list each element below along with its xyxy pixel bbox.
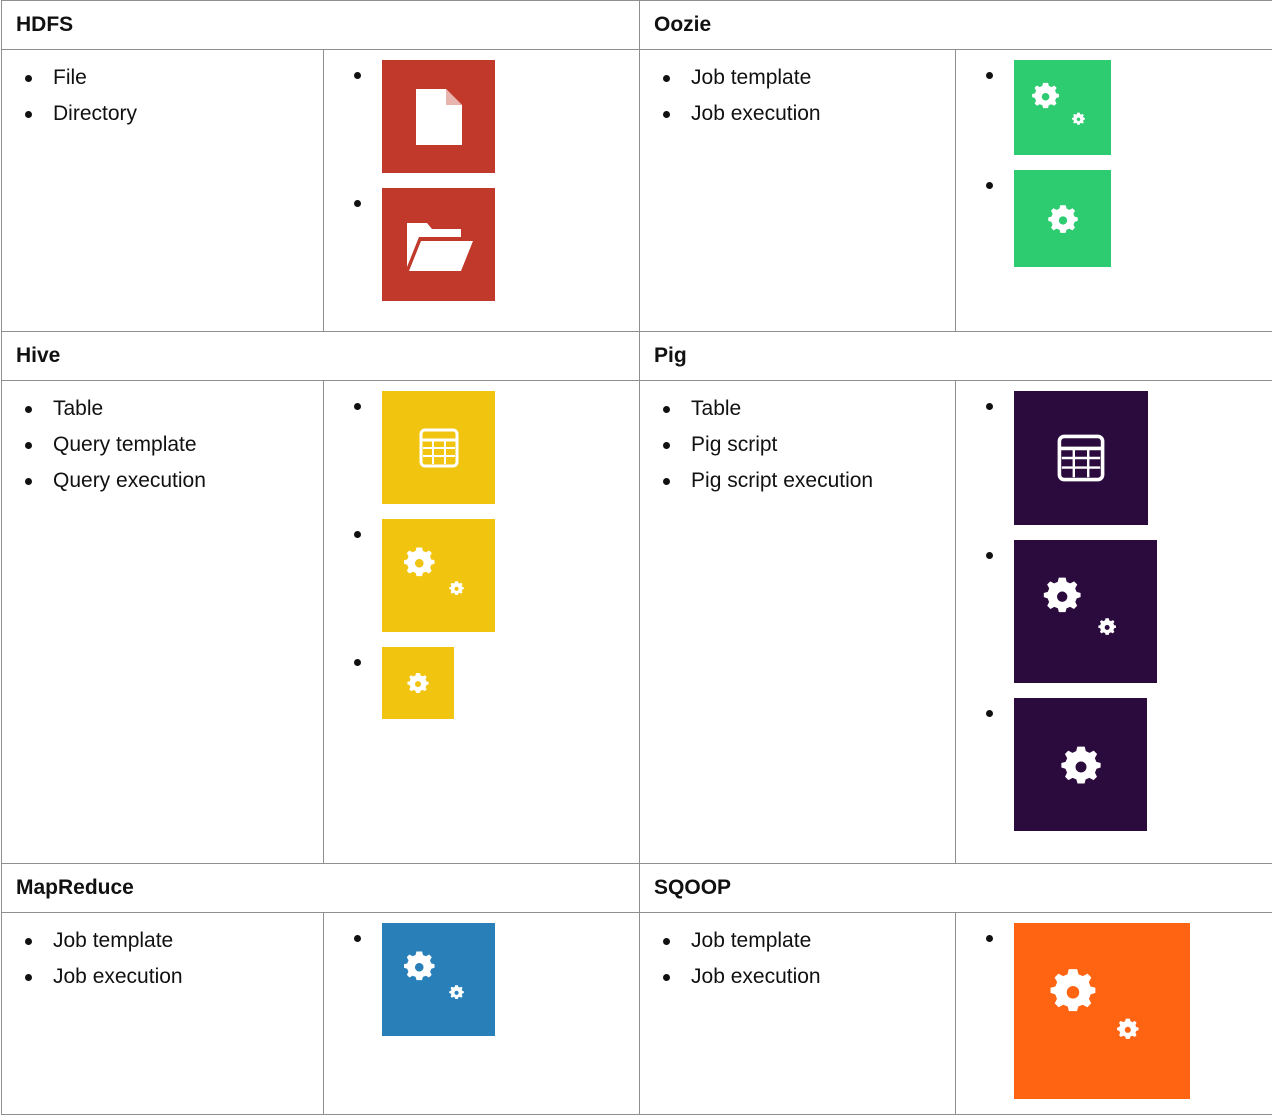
section-title-pig: Pig: [640, 332, 1272, 381]
list-item: Job template: [640, 60, 955, 96]
pig-items-cell: Table Pig script Pig script execution: [640, 381, 956, 864]
list-item: Job execution: [640, 96, 955, 132]
table-icon: [382, 391, 495, 504]
list-item: Job execution: [640, 959, 955, 995]
gears-icon: [1014, 540, 1157, 683]
list-item: Table: [2, 391, 323, 427]
section-title-hive: Hive: [2, 332, 640, 381]
gears-icon: [1014, 60, 1111, 155]
gear-icon: [1014, 170, 1111, 267]
hdfs-icons-cell: [324, 50, 640, 332]
content-row: Table Query template Query execution: [2, 381, 1272, 864]
section-title-oozie: Oozie: [640, 1, 1272, 50]
section-title-sqoop: SQOOP: [640, 864, 1272, 913]
hdfs-icon-list: [324, 50, 639, 301]
hive-item-list: Table Query template Query execution: [2, 381, 323, 499]
oozie-icons-cell: [956, 50, 1272, 332]
hive-items-cell: Table Query template Query execution: [2, 381, 324, 864]
gear-icon: [382, 647, 454, 719]
header-row: Hive Pig: [2, 332, 1272, 381]
list-item: Directory: [2, 96, 323, 132]
folder-open-icon: [382, 188, 495, 301]
oozie-items-cell: Job template Job execution: [640, 50, 956, 332]
header-row: HDFS Oozie: [2, 1, 1272, 50]
file-icon: [382, 60, 495, 173]
sqoop-icon-list: [956, 913, 1272, 1099]
pig-icons-cell: [956, 381, 1272, 864]
list-item: Query execution: [2, 463, 323, 499]
section-title-mapreduce: MapReduce: [2, 864, 640, 913]
content-row: Job template Job execution Job template …: [2, 913, 1272, 1115]
hdfs-items-cell: File Directory: [2, 50, 324, 332]
sqoop-item-list: Job template Job execution: [640, 913, 955, 995]
hdfs-item-list: File Directory: [2, 50, 323, 132]
header-row: MapReduce SQOOP: [2, 864, 1272, 913]
oozie-item-list: Job template Job execution: [640, 50, 955, 132]
hive-icon-list: [324, 381, 639, 719]
components-table: HDFS Oozie File Directory: [1, 0, 1272, 1115]
oozie-icon-list: [956, 50, 1272, 267]
mapreduce-icon-list: [324, 913, 639, 1036]
mapreduce-icons-cell: [324, 913, 640, 1115]
mapreduce-items-cell: Job template Job execution: [2, 913, 324, 1115]
table-icon: [1014, 391, 1148, 525]
list-item: Table: [640, 391, 955, 427]
sqoop-items-cell: Job template Job execution: [640, 913, 956, 1115]
pig-item-list: Table Pig script Pig script execution: [640, 381, 955, 499]
list-item: Pig script: [640, 427, 955, 463]
sqoop-icons-cell: [956, 913, 1272, 1115]
pig-icon-list: [956, 381, 1272, 831]
list-item: File: [2, 60, 323, 96]
list-item: Job execution: [2, 959, 323, 995]
list-item: Pig script execution: [640, 463, 955, 499]
list-item: Job template: [2, 923, 323, 959]
gears-icon: [382, 923, 495, 1036]
section-title-hdfs: HDFS: [2, 1, 640, 50]
list-item: Job template: [640, 923, 955, 959]
gear-icon: [1014, 698, 1147, 831]
list-item: Query template: [2, 427, 323, 463]
content-row: File Directory Job template: [2, 50, 1272, 332]
hive-icons-cell: [324, 381, 640, 864]
gears-icon: [382, 519, 495, 632]
mapreduce-item-list: Job template Job execution: [2, 913, 323, 995]
gears-icon: [1014, 923, 1190, 1099]
